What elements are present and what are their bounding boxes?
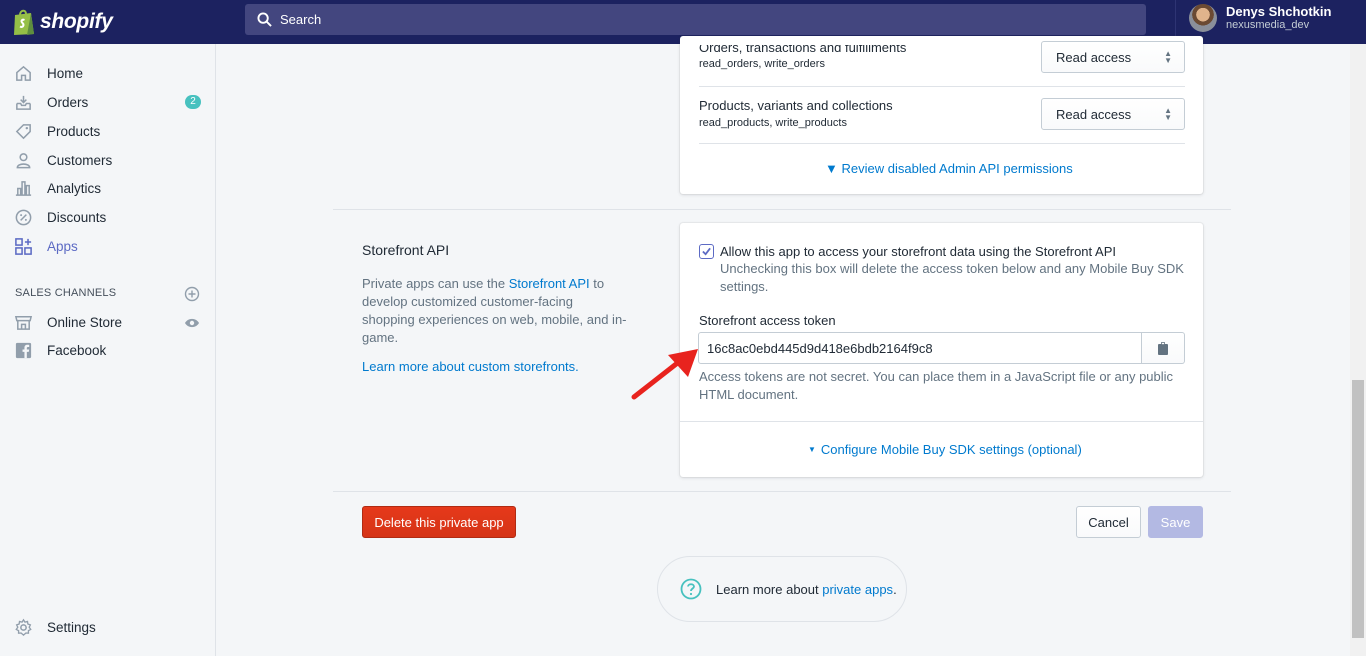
select-value: Read access xyxy=(1056,49,1132,65)
sidebar-item-settings[interactable]: Settings xyxy=(0,614,215,640)
annotation-arrow-icon xyxy=(631,349,698,400)
facebook-icon xyxy=(15,342,32,358)
divider xyxy=(699,86,1185,87)
permission-title: Products, variants and collections xyxy=(699,98,893,113)
add-sales-channel-icon[interactable] xyxy=(184,286,200,302)
sidebar-item-discounts[interactable]: Discounts xyxy=(0,204,215,230)
orders-icon xyxy=(16,95,31,110)
review-link-text: Review disabled Admin API permissions xyxy=(841,161,1073,176)
orders-access-select[interactable]: Read access ▲ ▼ xyxy=(1041,41,1185,73)
cancel-button[interactable]: Cancel xyxy=(1076,506,1141,538)
sidebar-item-analytics[interactable]: Analytics xyxy=(0,175,215,201)
shopify-wordmark: shopify xyxy=(40,10,113,33)
shopify-bag-icon xyxy=(14,9,34,35)
card-divider xyxy=(680,421,1203,422)
private-apps-link[interactable]: private apps xyxy=(822,582,893,597)
storefront-api-description: Private apps can use the Storefront API … xyxy=(362,275,627,347)
sidebar-item-label: Home xyxy=(47,65,84,81)
section-divider xyxy=(333,209,1231,210)
storefront-api-card: Allow this app to access your storefront… xyxy=(680,223,1203,477)
apps-icon xyxy=(15,237,32,255)
sidebar-item-apps[interactable]: Apps xyxy=(0,233,215,259)
search-input[interactable]: Search xyxy=(245,4,1146,35)
view-online-store-eye-icon[interactable] xyxy=(184,317,200,329)
storefront-access-checkbox[interactable] xyxy=(699,244,714,259)
custom-storefronts-link[interactable]: Learn more about custom storefronts. xyxy=(362,359,579,374)
sidebar-item-label: Orders xyxy=(47,94,89,110)
token-value: 16c8ac0ebd445d9d418e6bdb2164f9c8 xyxy=(707,340,933,356)
discount-icon xyxy=(15,209,32,225)
access-token-help: Access tokens are not secret. You can pl… xyxy=(699,369,1174,402)
clipboard-icon xyxy=(1158,342,1168,355)
sidebar-item-label: Discounts xyxy=(47,209,107,225)
footer-text: Learn more about xyxy=(716,581,823,597)
sidebar-item-facebook[interactable]: Facebook xyxy=(0,337,215,363)
avatar xyxy=(1189,4,1217,32)
footer-text: . xyxy=(893,581,897,597)
caret-down-icon: ▼ xyxy=(825,161,838,176)
scrollbar-thumb[interactable] xyxy=(1352,380,1364,638)
save-button[interactable]: Save xyxy=(1148,506,1203,538)
sidebar-item-label: Online Store xyxy=(47,314,123,330)
sidebar-item-label: Facebook xyxy=(47,342,107,358)
select-caret-icon: ▲ ▼ xyxy=(1164,49,1172,65)
sidebar-item-label: Settings xyxy=(47,619,96,635)
access-token-label: Storefront access token xyxy=(699,313,836,328)
tag-icon xyxy=(15,123,31,139)
checkmark-icon xyxy=(702,247,711,256)
sidebar-item-home[interactable]: Home xyxy=(0,60,215,86)
sales-channels-heading: SALES CHANNELS xyxy=(15,287,117,299)
description-text: Private apps can use the xyxy=(362,276,509,291)
delete-private-app-button[interactable]: Delete this private app xyxy=(362,506,516,538)
sidebar-item-label: Customers xyxy=(47,152,113,168)
mobile-sdk-link-text: Configure Mobile Buy SDK settings (optio… xyxy=(820,442,1082,457)
shopify-logo[interactable]: shopify xyxy=(12,6,113,38)
sidebar-item-online-store[interactable]: Online Store xyxy=(0,309,215,335)
user-store: nexusmedia_dev xyxy=(1226,19,1310,31)
sidebar-item-label: Products xyxy=(47,123,101,139)
permission-title: Orders, transactions and fulfillments xyxy=(699,40,907,55)
store-icon xyxy=(14,315,33,330)
review-disabled-permissions-link[interactable]: ▼ Review disabled Admin API permissions xyxy=(825,161,1073,176)
storefront-api-docs-link[interactable]: Storefront API xyxy=(509,276,590,291)
person-icon xyxy=(16,152,31,168)
footer-help-callout: Learn more about private apps. xyxy=(657,556,907,622)
orders-count-badge: 2 xyxy=(185,95,201,109)
storefront-api-heading: Storefront API xyxy=(362,242,450,258)
sidebar-item-products[interactable]: Products xyxy=(0,118,215,144)
help-circle-icon xyxy=(680,578,702,600)
sidebar-item-customers[interactable]: Customers xyxy=(0,147,215,173)
sidebar-item-label: Analytics xyxy=(47,180,102,196)
caret-down-icon: ▼ xyxy=(808,445,816,454)
configure-mobile-buy-sdk-link[interactable]: ▼ Configure Mobile Buy SDK settings (opti… xyxy=(808,442,1082,457)
admin-api-permissions-card: Orders, transactions and fulfillments re… xyxy=(680,36,1203,194)
gear-icon xyxy=(15,618,32,636)
storefront-access-help: Unchecking this box will delete the acce… xyxy=(720,261,1184,294)
sidebar-item-orders[interactable]: Orders 2 xyxy=(0,89,215,115)
section-divider xyxy=(333,491,1231,492)
main-content: Orders, transactions and fulfillments re… xyxy=(216,36,1350,656)
search-icon xyxy=(257,12,272,27)
user-menu[interactable]: Denys Shchotkin nexusmedia_dev xyxy=(1189,4,1331,32)
search-placeholder: Search xyxy=(280,12,322,27)
select-caret-icon: ▲ ▼ xyxy=(1164,106,1172,122)
storefront-access-label: Allow this app to access your storefront… xyxy=(720,244,1116,259)
storefront-access-token-field[interactable]: 16c8ac0ebd445d9d418e6bdb2164f9c8 xyxy=(698,332,1142,364)
home-icon xyxy=(16,65,31,81)
user-name: Denys Shchotkin xyxy=(1226,4,1332,19)
vertical-scrollbar[interactable] xyxy=(1350,44,1366,656)
divider xyxy=(699,143,1185,144)
sidebar-item-label: Apps xyxy=(47,238,78,254)
bar-chart-icon xyxy=(15,180,32,196)
permission-scope: read_products, write_products xyxy=(699,117,847,129)
products-access-select[interactable]: Read access ▲ ▼ xyxy=(1041,98,1185,130)
permission-scope: read_orders, write_orders xyxy=(699,58,825,70)
sidebar: Home Orders 2 Products Customers Analyti… xyxy=(0,44,216,656)
copy-token-button[interactable] xyxy=(1142,332,1185,364)
select-value: Read access xyxy=(1056,106,1132,122)
